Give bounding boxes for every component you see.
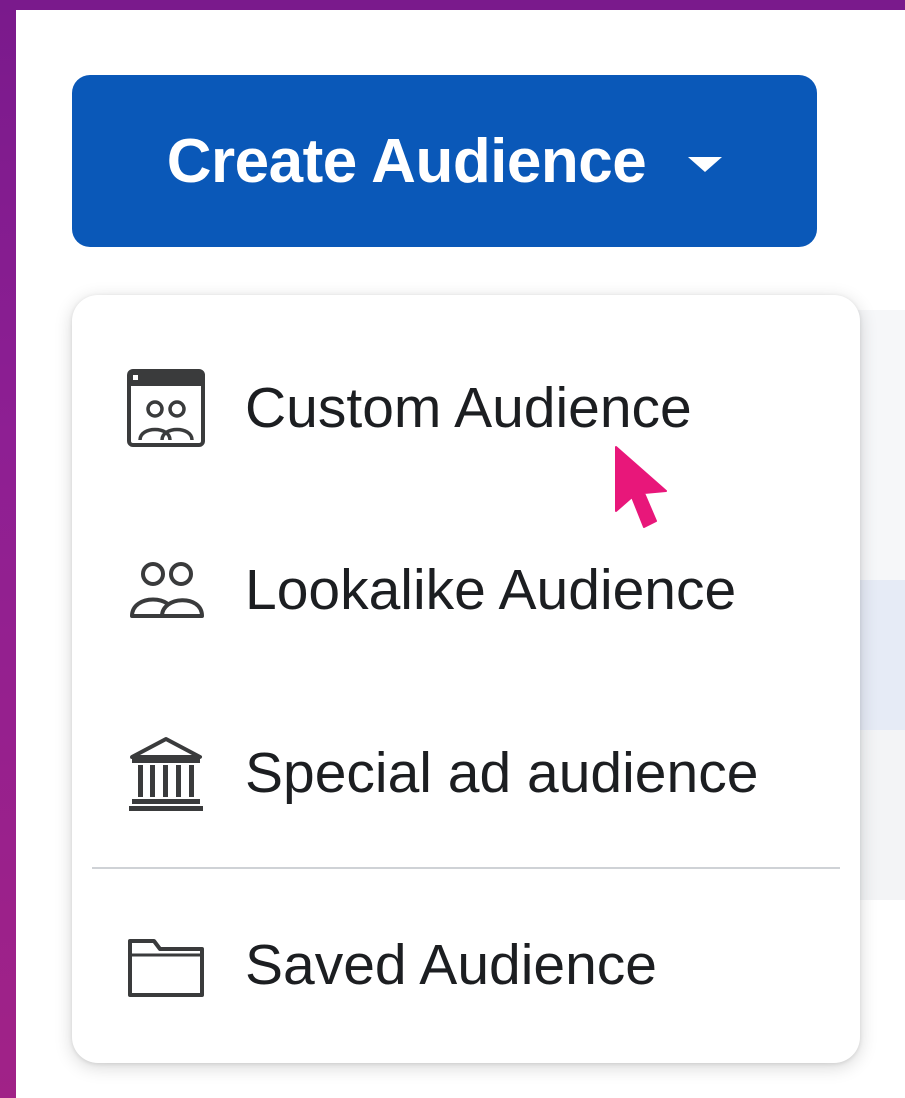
bank-building-icon [124, 731, 208, 815]
menu-item-label: Saved Audience [245, 933, 657, 997]
menu-item-label: Custom Audience [245, 376, 692, 440]
app-frame: Create Audience Custom Audience Lookalik… [16, 10, 905, 1098]
people-icon [124, 548, 208, 632]
menu-item-custom-audience[interactable]: Custom Audience [72, 348, 860, 468]
folder-icon [124, 923, 208, 1007]
create-audience-dropdown-menu: Custom Audience Lookalike Audience Speci… [72, 295, 860, 1063]
pointer-cursor-icon [612, 445, 672, 535]
menu-item-label: Lookalike Audience [245, 558, 737, 622]
menu-divider [92, 867, 840, 869]
menu-item-lookalike-audience[interactable]: Lookalike Audience [72, 530, 860, 650]
create-audience-button[interactable]: Create Audience [72, 75, 817, 247]
menu-item-saved-audience[interactable]: Saved Audience [72, 905, 860, 1025]
menu-item-label: Special ad audience [245, 741, 759, 805]
caret-down-icon [688, 156, 723, 172]
menu-item-special-ad-audience[interactable]: Special ad audience [72, 713, 860, 833]
custom-audience-icon [124, 366, 208, 450]
create-audience-label: Create Audience [166, 126, 647, 196]
